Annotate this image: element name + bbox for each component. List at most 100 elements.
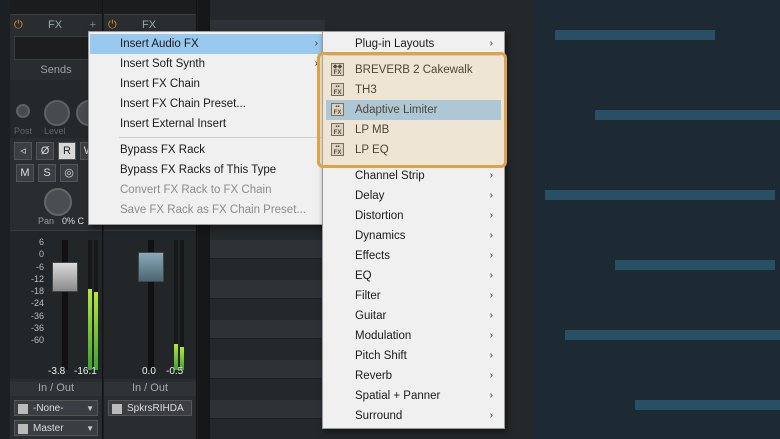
pan-knob[interactable] [44, 188, 72, 216]
fx-rack-area[interactable] [14, 36, 98, 60]
strip-top-bar [104, 0, 196, 15]
menu-item-label: Distortion [355, 210, 404, 222]
clip[interactable] [595, 110, 780, 120]
track-header[interactable] [210, 360, 325, 379]
menu-item-insert-fx-chain[interactable]: Insert FX Chain [90, 74, 324, 94]
menu-item-insert-external-insert[interactable]: Insert External Insert [90, 114, 324, 134]
input-echo-icon[interactable]: ◎ [60, 164, 78, 182]
fx-rack-label: FX [142, 19, 157, 31]
in-out-label: In / Out [10, 382, 102, 396]
scale-tick: -18 [30, 286, 44, 297]
menu-item-category[interactable]: Distortion › [324, 206, 503, 226]
power-icon[interactable]: ⏻ [14, 19, 23, 32]
clip[interactable] [555, 30, 715, 40]
chevron-right-icon: › [489, 38, 493, 49]
menu-item-category[interactable]: Surround › [324, 406, 503, 426]
menu-item-insert-soft-synth[interactable]: Insert Soft Synth › [90, 54, 324, 74]
menu-item-category[interactable]: Filter › [324, 286, 503, 306]
track-header[interactable] [210, 240, 325, 259]
volume-fader[interactable] [52, 262, 78, 292]
solo-button[interactable]: S [38, 164, 56, 182]
output-icon [18, 424, 28, 434]
clip[interactable] [545, 190, 775, 200]
fx-chain-icon: ▪▪ FX [331, 103, 344, 116]
send-led[interactable] [16, 104, 30, 118]
menu-item-category[interactable]: Guitar › [324, 306, 503, 326]
menu-item-category[interactable]: Effects › [324, 246, 503, 266]
menu-item-label: Adaptive Limiter [355, 104, 438, 116]
fx-chain-icon-label: FX [333, 150, 342, 156]
input-selector[interactable]: SpkrsRIHDA [108, 400, 192, 416]
fx-chain-icon-label: FX [333, 70, 342, 76]
volume-value: 0.0 [142, 366, 156, 377]
menu-item-category[interactable]: Pitch Shift › [324, 346, 503, 366]
fx-chain-icon: ◆◆ FX [331, 63, 344, 76]
chevron-down-icon: ▼ [86, 404, 94, 413]
chevron-right-icon: › [489, 250, 493, 261]
volume-fader[interactable] [138, 252, 164, 282]
menu-item-category[interactable]: Channel Strip › [324, 166, 503, 186]
level-meter [88, 240, 92, 370]
menu-item-category[interactable]: Delay › [324, 186, 503, 206]
menu-item-label: Guitar [355, 310, 387, 322]
menu-item-insert-audio-fx[interactable]: Insert Audio FX › [90, 34, 324, 54]
menu-item-convert-fx-rack: Convert FX Rack to FX Chain [90, 180, 324, 200]
menu-item-label: Surround [355, 410, 403, 422]
menu-item-fx-chain[interactable]: ▪▪ FX TH3 [324, 80, 503, 100]
chevron-down-icon: ▼ [86, 424, 94, 433]
level-label: Level [44, 126, 66, 136]
clips-pane[interactable] [535, 0, 780, 439]
audio-fx-submenu: Plug-in Layouts › ◆◆ FX BREVERB 2 Cakewal… [322, 31, 505, 429]
menu-item-label: Spatial + Panner [355, 390, 441, 402]
menu-item-label: Insert FX Chain [120, 78, 200, 90]
input-icon [112, 404, 122, 414]
record-arm-button[interactable]: R [58, 142, 76, 160]
send-level-knob[interactable] [44, 100, 70, 126]
menu-item-category[interactable]: Modulation › [324, 326, 503, 346]
add-fx-icon[interactable]: + [90, 19, 96, 31]
menu-item-fx-chain[interactable]: ▪▪ FX LP EQ [324, 140, 503, 160]
clip[interactable] [615, 260, 775, 270]
clip[interactable] [565, 330, 780, 340]
chevron-right-icon: › [314, 38, 318, 49]
chevron-right-icon: › [489, 190, 493, 201]
pan-label: Pan [38, 216, 55, 226]
track-header[interactable] [210, 280, 325, 299]
menu-item-fx-chain[interactable]: ▪▪ FX LP MB [324, 120, 503, 140]
volume-value: -3.8 [48, 366, 66, 377]
menu-item-plugin-layouts[interactable]: Plug-in Layouts › [324, 34, 503, 54]
menu-item-category[interactable]: EQ › [324, 266, 503, 286]
scale-tick: -12 [30, 273, 44, 284]
menu-item-fx-chain[interactable]: ◆◆ FX BREVERB 2 Cakewalk [324, 60, 503, 80]
menu-item-bypass-fx-racks-of-type[interactable]: Bypass FX Racks of This Type [90, 160, 324, 180]
menu-item-fx-chain[interactable]: ▪▪ FX Adaptive Limiter [326, 100, 501, 120]
fx-chain-icon: ▪▪ FX [331, 83, 344, 96]
invert-phase-icon[interactable]: Ø [36, 142, 54, 160]
scale-tick: -6 [35, 261, 44, 272]
menu-item-label: BREVERB 2 Cakewalk [355, 64, 473, 76]
input-selector[interactable]: -None- ▼ [14, 400, 98, 416]
phase-icon[interactable]: ◃ [14, 142, 32, 160]
menu-item-label: Channel Strip [355, 170, 425, 182]
output-value: Master [33, 423, 64, 434]
scale-tick: 6 [38, 237, 44, 247]
menu-item-save-fx-rack-preset: Save FX Rack as FX Chain Preset... [90, 200, 324, 220]
clip[interactable] [635, 400, 780, 410]
menu-item-bypass-fx-rack[interactable]: Bypass FX Rack [90, 140, 324, 160]
menu-item-label: Plug-in Layouts [355, 38, 435, 50]
fader-scale: 6 0 -6 -12 -18 -24 -36 -36 -60 [26, 236, 44, 347]
menu-separator [327, 55, 500, 56]
pan-value: 0% C [62, 216, 85, 226]
menu-item-label: Insert External Insert [120, 118, 227, 130]
track-header[interactable] [210, 320, 325, 339]
menu-item-category[interactable]: Reverb › [324, 366, 503, 386]
scale-tick: -24 [30, 298, 44, 309]
input-value: -None- [33, 403, 64, 414]
menu-item-category[interactable]: Spatial + Panner › [324, 386, 503, 406]
chevron-right-icon: › [489, 390, 493, 401]
output-selector[interactable]: Master ▼ [14, 420, 98, 436]
track-header[interactable] [210, 400, 325, 419]
menu-item-insert-fx-chain-preset[interactable]: Insert FX Chain Preset... [90, 94, 324, 114]
mute-button[interactable]: M [16, 164, 34, 182]
menu-item-category[interactable]: Dynamics › [324, 226, 503, 246]
